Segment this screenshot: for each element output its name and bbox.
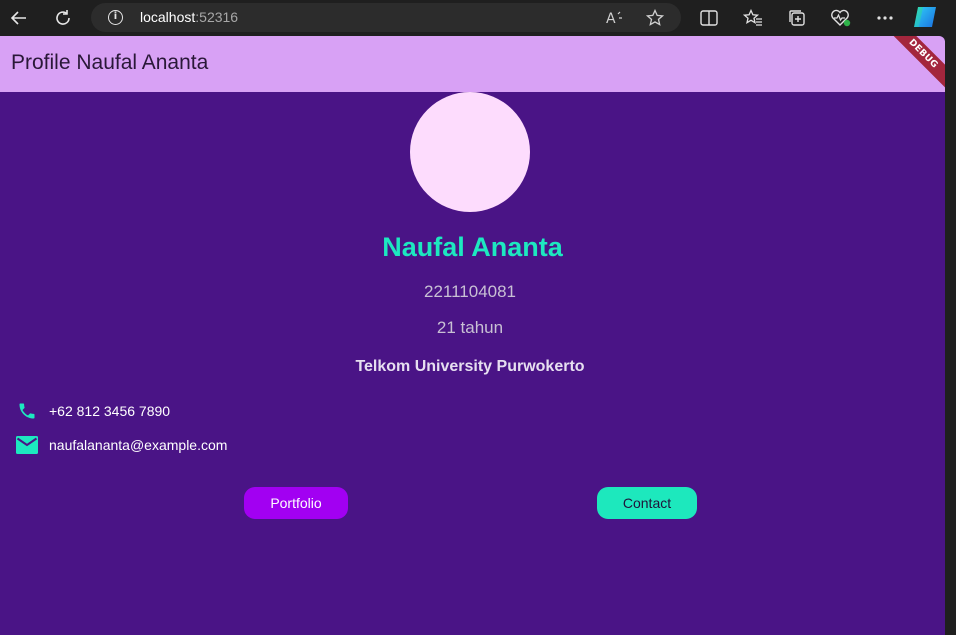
svg-text:A: A (606, 11, 616, 26)
read-aloud-icon[interactable]: A (604, 7, 626, 29)
copilot-icon[interactable] (912, 5, 938, 29)
site-info-icon[interactable]: i (108, 10, 123, 25)
profile-nim: 2211104081 (423, 282, 517, 301)
avatar (410, 92, 530, 212)
email-row: naufalananta@example.com (16, 434, 227, 456)
more-options-icon[interactable] (872, 5, 898, 31)
window-edge (945, 36, 956, 635)
refresh-icon[interactable] (49, 4, 77, 32)
browser-toolbar: i localhost:52316 A (0, 0, 956, 36)
url-text[interactable]: localhost:52316 (140, 9, 238, 25)
address-bar[interactable]: i localhost:52316 A (91, 3, 681, 32)
portfolio-button[interactable]: Portfolio (244, 487, 348, 519)
mail-icon (16, 434, 38, 456)
page-title: Profile Naufal Ananta (11, 51, 209, 74)
collections-icon[interactable] (784, 5, 810, 31)
phone-icon (16, 400, 38, 422)
app-viewport: Profile Naufal Ananta DEBUG Naufal Anant… (0, 36, 945, 635)
profile-campus: Telkom University Purwokerto (355, 358, 585, 375)
profile-name: Naufal Ananta (382, 232, 563, 262)
app-bar: Profile Naufal Ananta (0, 36, 945, 92)
contact-button[interactable]: Contact (597, 487, 697, 519)
phone-number: +62 812 3456 7890 (49, 403, 171, 419)
favorite-star-icon[interactable] (644, 7, 666, 29)
favorites-icon[interactable] (740, 5, 766, 31)
back-icon[interactable] (5, 4, 33, 32)
browser-essentials-icon[interactable] (828, 5, 854, 31)
phone-row: +62 812 3456 7890 (16, 400, 170, 422)
email-address: naufalananta@example.com (49, 437, 228, 453)
profile-age: 21 tahun (436, 318, 504, 337)
split-screen-icon[interactable] (696, 5, 722, 31)
